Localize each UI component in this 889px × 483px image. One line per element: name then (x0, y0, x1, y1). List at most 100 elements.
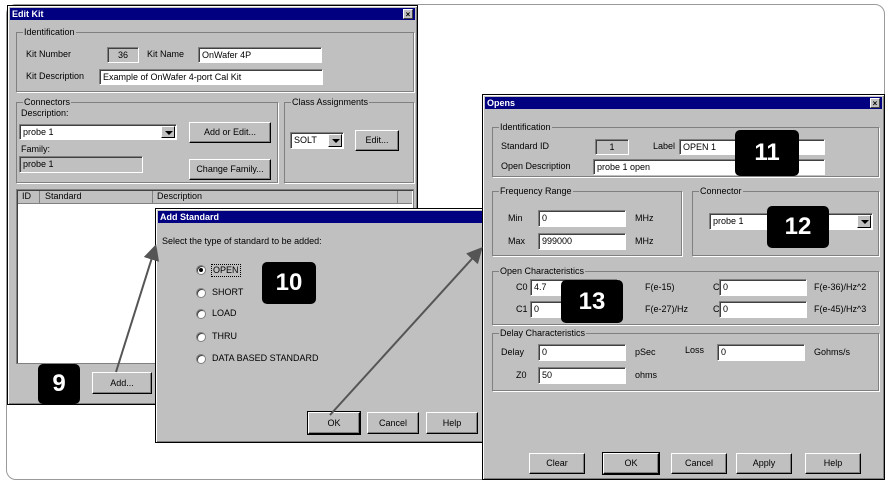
column-standard[interactable]: Standard (40, 191, 153, 204)
apply-button[interactable]: Apply (736, 453, 792, 474)
frequency-range-group-label: Frequency Range (499, 186, 573, 196)
opens-cancel-button[interactable]: Cancel (671, 453, 727, 474)
edit-kit-title: Edit Kit (12, 9, 44, 19)
radio-load-label[interactable]: LOAD (212, 308, 237, 319)
identification-group-label: Identification (23, 27, 76, 37)
clear-button[interactable]: Clear (529, 453, 585, 474)
help-button[interactable]: Help (426, 412, 478, 434)
family-field: probe 1 (19, 156, 143, 173)
family-label: Family: (21, 144, 50, 154)
add-standard-dialog: Add Standard Select the type of standard… (155, 208, 485, 443)
radio-load[interactable] (196, 309, 206, 319)
radio-open-label[interactable]: OPEN (211, 264, 241, 277)
open-characteristics-group: Open Characteristics C0 4.7 F(e-15) C2 0… (492, 266, 879, 325)
radio-short-label[interactable]: SHORT (212, 287, 243, 298)
loss-unit: Gohms/s (814, 347, 851, 357)
opens-help-button[interactable]: Help (805, 453, 861, 474)
add-or-edit-button[interactable]: Add or Edit... (189, 122, 271, 143)
chevron-down-icon[interactable] (328, 134, 342, 147)
add-standard-titlebar: Add Standard (158, 211, 484, 223)
max-frequency-input[interactable]: 999000 (538, 233, 626, 250)
c2-input[interactable]: 0 (719, 279, 807, 296)
frequency-range-group: Frequency Range Min 0 MHz Max 999000 MHz (492, 186, 682, 256)
connector-group-label: Connector (699, 186, 743, 196)
class-edit-button[interactable]: Edit... (355, 130, 399, 151)
open-characteristics-group-label: Open Characteristics (499, 266, 586, 276)
kit-name-input[interactable]: OnWafer 4P (198, 47, 322, 63)
opens-ok-button[interactable]: OK (602, 452, 660, 475)
radio-thru[interactable] (196, 332, 206, 342)
opens-identification-group: Identification Standard ID 1 Label OPEN … (492, 122, 879, 177)
delay-label: Delay (501, 347, 525, 357)
connector-value: probe 1 (713, 216, 744, 226)
kit-description-label: Kit Description (26, 71, 85, 81)
callout-9: 9 (38, 364, 80, 404)
change-family-button[interactable]: Change Family... (189, 159, 271, 180)
radio-data-based-label[interactable]: DATA BASED STANDARD (212, 353, 319, 364)
delay-input[interactable]: 0 (538, 344, 626, 361)
description-label: Description: (21, 108, 69, 118)
class-assignment-select[interactable]: SOLT (290, 132, 344, 149)
max-label: Max (508, 236, 526, 246)
column-id[interactable]: ID (18, 191, 40, 204)
opens-titlebar: Opens × (485, 97, 882, 109)
delay-characteristics-group-label: Delay Characteristics (499, 328, 587, 338)
min-label: Min (508, 213, 523, 223)
close-icon[interactable]: × (870, 98, 880, 108)
connectors-group: Connectors Description: probe 1 Add or E… (16, 97, 278, 183)
identification-group: Identification Kit Number 36 Kit Name On… (16, 27, 414, 92)
delay-characteristics-group: Delay Characteristics Delay 0 pSec Loss … (492, 328, 879, 391)
min-frequency-input[interactable]: 0 (538, 210, 626, 227)
callout-13: 13 (561, 280, 623, 323)
cancel-button[interactable]: Cancel (367, 412, 419, 434)
standard-id-label: Standard ID (501, 141, 550, 151)
max-unit: MHz (635, 236, 654, 246)
delay-unit: pSec (635, 347, 656, 357)
kit-number-field: 36 (107, 47, 139, 63)
opens-window: Opens × Identification Standard ID 1 Lab… (482, 94, 885, 480)
z0-unit: ohms (635, 370, 658, 380)
callout-11: 11 (735, 130, 799, 176)
radio-data-based[interactable] (196, 354, 206, 364)
opens-title: Opens (487, 98, 516, 108)
c2-unit: F(e-36)/Hz^2 (814, 282, 867, 292)
standard-id-field: 1 (595, 139, 629, 155)
c0-label: C0 (516, 282, 528, 292)
radio-thru-label[interactable]: THRU (212, 331, 237, 342)
z0-label: Z0 (516, 370, 527, 380)
loss-label: Loss (685, 345, 705, 355)
kit-number-label: Kit Number (26, 49, 72, 59)
close-icon[interactable]: × (403, 9, 413, 19)
chevron-down-icon[interactable] (857, 215, 871, 228)
class-assignment-value: SOLT (294, 135, 317, 145)
callout-12: 12 (767, 206, 829, 248)
c0-unit: F(e-15) (645, 282, 675, 292)
add-standard-button[interactable]: Add... (92, 372, 152, 394)
c3-input[interactable]: 0 (719, 301, 807, 318)
table-header: ID Standard Description (18, 191, 412, 204)
column-description[interactable]: Description (153, 191, 398, 204)
class-assignments-group: Class Assignments SOLT Edit... (284, 97, 414, 183)
connectors-group-label: Connectors (23, 97, 72, 107)
ok-button[interactable]: OK (307, 411, 361, 435)
loss-input[interactable]: 0 (717, 344, 805, 361)
c1-label: C1 (516, 304, 528, 314)
callout-10: 10 (262, 262, 316, 304)
kit-name-label: Kit Name (147, 49, 185, 59)
add-standard-prompt: Select the type of standard to be added: (162, 236, 322, 246)
c1-unit: F(e-27)/Hz (645, 304, 689, 314)
radio-short[interactable] (196, 288, 206, 298)
kit-description-input[interactable]: Example of OnWafer 4-port Cal Kit (99, 69, 323, 85)
connector-description-select[interactable]: probe 1 (19, 124, 177, 140)
open-description-label: Open Description (501, 161, 571, 171)
chevron-down-icon[interactable] (161, 126, 175, 138)
label-label: Label (653, 141, 676, 151)
class-assignments-group-label: Class Assignments (291, 97, 370, 107)
z0-input[interactable]: 50 (538, 367, 626, 384)
add-standard-title: Add Standard (160, 212, 220, 222)
edit-kit-titlebar: Edit Kit × (10, 8, 415, 20)
radio-open[interactable] (196, 265, 206, 275)
opens-identification-group-label: Identification (499, 122, 552, 132)
connector-description-value: probe 1 (23, 127, 54, 137)
min-unit: MHz (635, 213, 654, 223)
